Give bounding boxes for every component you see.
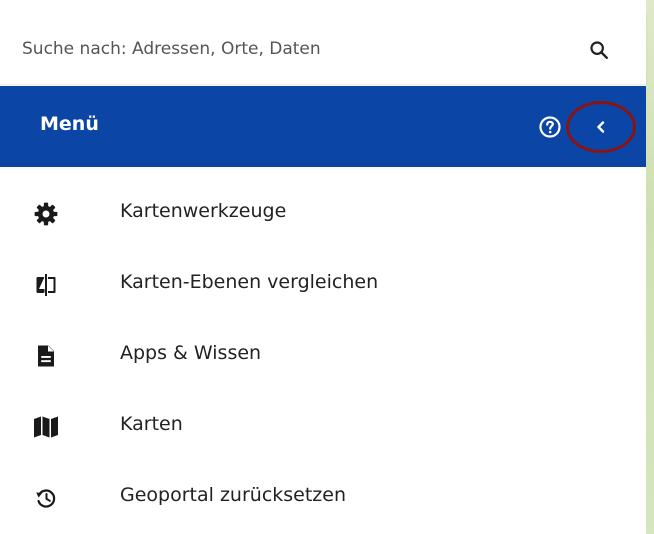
menu-item-label: Karten bbox=[120, 413, 183, 435]
menu-item-label: Kartenwerkzeuge bbox=[120, 200, 287, 222]
menu-header: Menü bbox=[0, 86, 646, 167]
menu-item-label: Karten-Ebenen vergleichen bbox=[120, 271, 379, 293]
menu-item-label: Geoportal zurücksetzen bbox=[120, 484, 347, 506]
reset-history-icon bbox=[33, 485, 59, 511]
menu-item-apps-wissen[interactable]: Apps & Wissen bbox=[0, 320, 646, 390]
search-icon bbox=[590, 41, 608, 59]
search-input[interactable] bbox=[22, 34, 562, 64]
search-bar bbox=[0, 12, 646, 84]
menu-item-karten[interactable]: Karten bbox=[0, 391, 646, 461]
menu-item-geoportal-zuruecksetzen[interactable]: Geoportal zurücksetzen bbox=[0, 462, 646, 532]
collapse-menu-button[interactable] bbox=[586, 114, 616, 140]
document-icon bbox=[33, 343, 59, 369]
menu-panel: Menü bbox=[0, 0, 646, 534]
help-button[interactable] bbox=[537, 114, 563, 140]
map-icon bbox=[33, 414, 59, 440]
help-circle-icon bbox=[539, 116, 561, 138]
search-button[interactable] bbox=[585, 36, 613, 64]
menu-title: Menü bbox=[40, 113, 99, 135]
menu-item-kartenwerkzeuge[interactable]: Kartenwerkzeuge bbox=[0, 178, 646, 248]
gear-icon bbox=[33, 201, 59, 227]
menu-item-ebenen-vergleichen[interactable]: Karten-Ebenen vergleichen bbox=[0, 249, 646, 319]
menu-item-label: Apps & Wissen bbox=[120, 342, 262, 364]
chevron-left-icon bbox=[597, 121, 605, 133]
compare-layers-icon bbox=[33, 272, 59, 298]
